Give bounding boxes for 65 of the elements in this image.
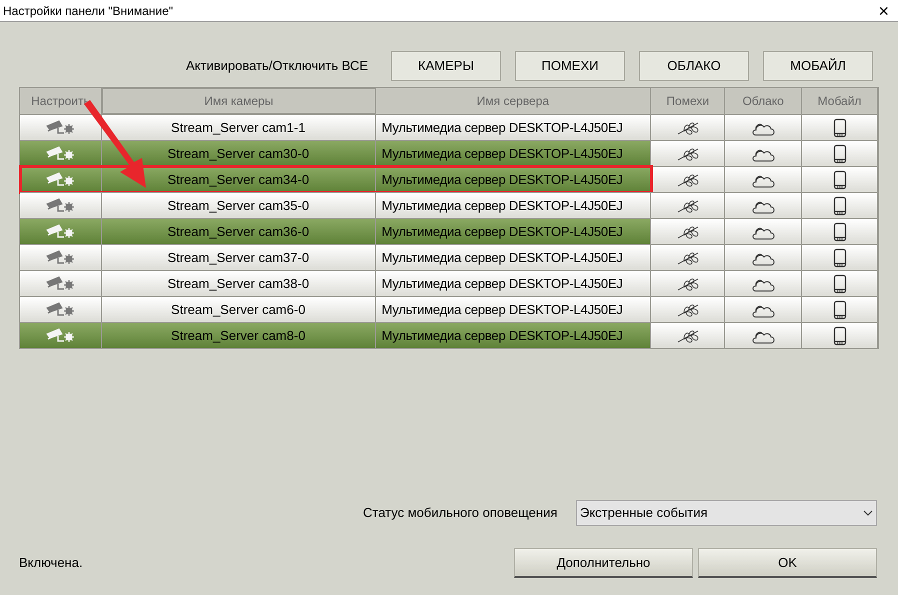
server-name-cell-text: Мультимедиа сервер DESKTOP-L4J50EJ	[380, 118, 623, 137]
phone-icon[interactable]	[832, 222, 847, 242]
status-text: Включена.	[19, 554, 84, 572]
leaves-icon[interactable]	[676, 172, 700, 188]
server-name-cell-text: Мультимедиа сервер DESKTOP-L4J50EJ	[380, 144, 623, 163]
chevron-down-icon	[863, 510, 873, 516]
phone-icon[interactable]	[832, 248, 847, 268]
camera-name-cell-text: Stream_Server cam34-0	[167, 170, 310, 189]
camera-settings-icon[interactable]	[45, 224, 76, 240]
camera-name-cell-text: Stream_Server cam37-0	[167, 248, 310, 267]
column-header: Имя сервера	[376, 88, 652, 114]
toggle-all-button[interactable]: ПОМЕХИ	[515, 51, 625, 81]
camera-settings-icon[interactable]	[45, 302, 76, 318]
leaves-icon[interactable]	[676, 250, 700, 266]
column-header: Помехи	[651, 88, 726, 114]
camera-settings-icon[interactable]	[45, 328, 76, 344]
server-name-cell-text: Мультимедиа сервер DESKTOP-L4J50EJ	[380, 326, 623, 345]
camera-name-cell-text: Stream_Server cam1-1	[171, 118, 306, 137]
camera-name-cell-text: Stream_Server cam35-0	[167, 196, 310, 215]
column-header: Мобайл	[802, 88, 878, 114]
dropdown-value: Экстренные события	[580, 504, 708, 522]
column-header: Имя камеры	[102, 88, 376, 114]
leaves-icon[interactable]	[676, 146, 700, 162]
dialog-button[interactable]: OK	[698, 548, 877, 578]
camera-name-cell-text: Stream_Server cam8-0	[171, 326, 306, 345]
camera-name-cell-text: Stream_Server cam38-0	[167, 274, 310, 293]
server-name-cell-text: Мультимедиа сервер DESKTOP-L4J50EJ	[380, 170, 623, 189]
column-header: Облако	[725, 88, 802, 114]
mobile-status-label: Статус мобильного оповещения	[363, 504, 558, 522]
phone-icon[interactable]	[832, 144, 847, 164]
camera-name-cell-text: Stream_Server cam36-0	[167, 222, 310, 241]
phone-icon[interactable]	[832, 300, 847, 320]
camera-settings-icon[interactable]	[45, 146, 76, 162]
phone-icon[interactable]	[832, 118, 847, 138]
server-name-cell-text: Мультимедиа сервер DESKTOP-L4J50EJ	[380, 196, 623, 215]
server-name-cell-text: Мультимедиа сервер DESKTOP-L4J50EJ	[380, 222, 623, 241]
server-name-cell-text: Мультимедиа сервер DESKTOP-L4J50EJ	[380, 300, 623, 319]
close-button[interactable]: ×	[878, 2, 898, 20]
toggle-all-button[interactable]: МОБАЙЛ	[763, 51, 873, 81]
camera-settings-icon[interactable]	[45, 172, 76, 188]
leaves-icon[interactable]	[676, 198, 700, 214]
camera-settings-icon[interactable]	[45, 120, 76, 136]
camera-settings-icon[interactable]	[45, 276, 76, 292]
leaves-icon[interactable]	[676, 120, 700, 136]
leaves-icon[interactable]	[676, 302, 700, 318]
phone-icon[interactable]	[832, 196, 847, 216]
leaves-icon[interactable]	[676, 328, 700, 344]
leaves-icon[interactable]	[676, 224, 700, 240]
toggle-all-button[interactable]: ОБЛАКО	[639, 51, 749, 81]
camera-name-cell-text: Stream_Server cam6-0	[171, 300, 306, 319]
server-name-cell-text: Мультимедиа сервер DESKTOP-L4J50EJ	[380, 248, 623, 267]
phone-icon[interactable]	[832, 170, 847, 190]
toggle-all-button[interactable]: КАМЕРЫ	[391, 51, 501, 81]
server-name-cell-text: Мультимедиа сервер DESKTOP-L4J50EJ	[380, 274, 623, 293]
phone-icon[interactable]	[832, 274, 847, 294]
phone-icon[interactable]	[832, 326, 847, 346]
mobile-status-dropdown[interactable]: Экстренные события	[576, 500, 877, 526]
camera-settings-icon[interactable]	[45, 198, 76, 214]
column-header: Настроить	[20, 88, 102, 114]
dialog-button[interactable]: Дополнительно	[514, 548, 693, 578]
camera-settings-icon[interactable]	[45, 250, 76, 266]
camera-name-cell-text: Stream_Server cam30-0	[167, 144, 310, 163]
toggle-all-label: Активировать/Отключить ВСЕ	[186, 57, 370, 76]
leaves-icon[interactable]	[676, 276, 700, 292]
window-title: Настройки панели "Внимание"	[2, 2, 174, 20]
